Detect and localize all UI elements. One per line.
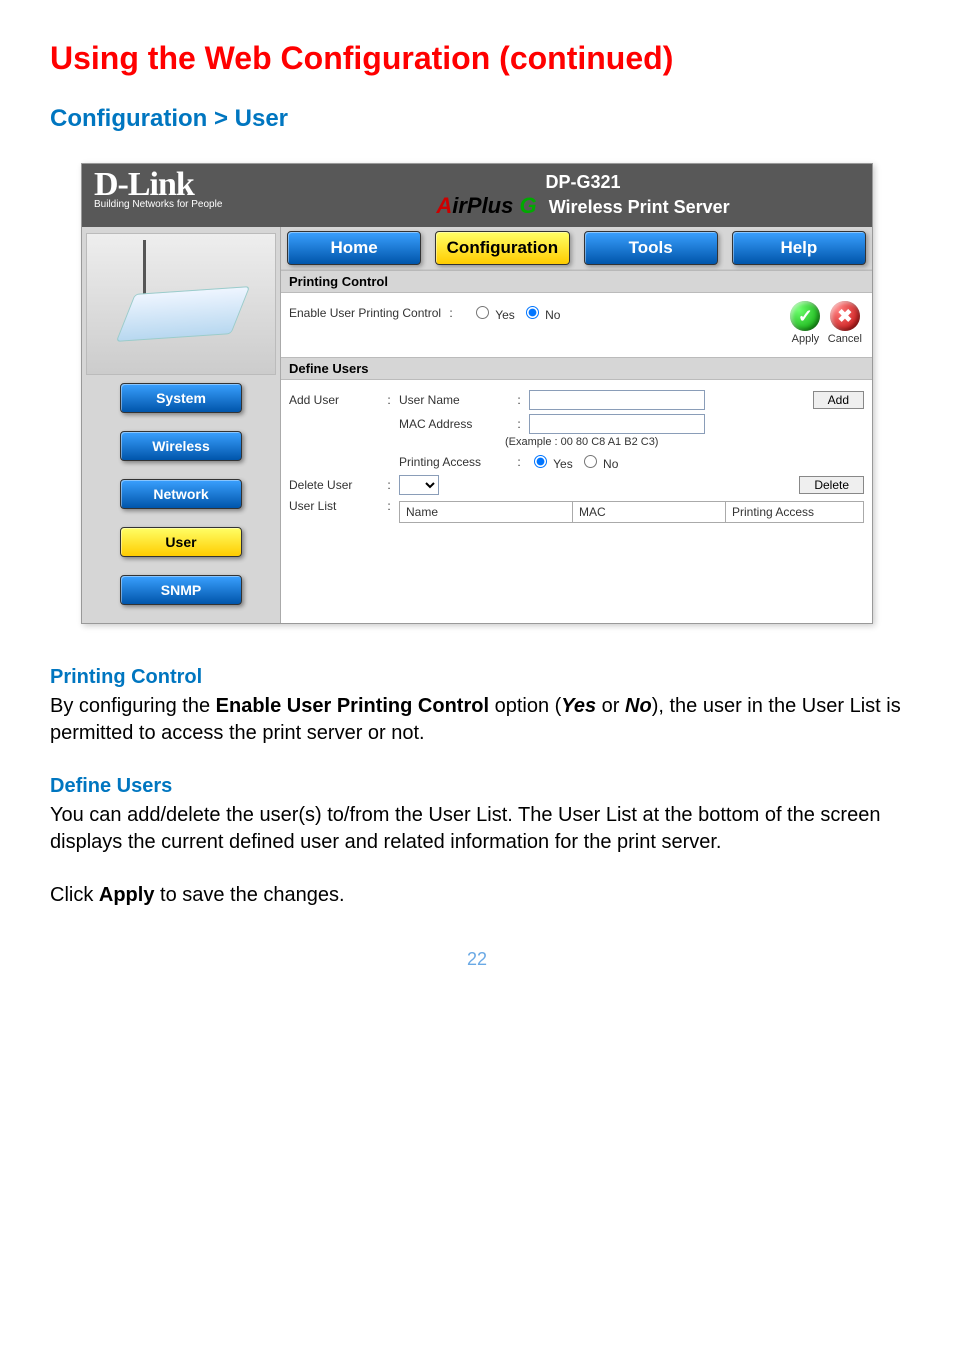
user-name-input[interactable] — [529, 390, 705, 410]
user-name-label: User Name — [399, 393, 509, 407]
doc-printing-control-heading: Printing Control — [50, 664, 904, 691]
user-list-table: Name MAC Printing Access — [399, 501, 864, 523]
col-name: Name — [400, 502, 573, 523]
printing-access-no[interactable]: No — [579, 452, 619, 471]
doc-apply-text: Click Apply to save the changes. — [50, 882, 904, 909]
mac-example-label: (Example : 00 80 C8 A1 B2 C3) — [505, 436, 864, 448]
delete-button[interactable]: Delete — [799, 476, 864, 494]
mac-address-label: MAC Address — [399, 417, 509, 431]
tab-tools[interactable]: Tools — [584, 231, 718, 265]
sidebar-item-system[interactable]: System — [120, 383, 242, 413]
enable-printing-control-label: Enable User Printing Control — [289, 306, 441, 320]
section-printing-control: Printing Control — [281, 270, 872, 293]
sidebar-item-network[interactable]: Network — [120, 479, 242, 509]
cancel-button[interactable]: ✖ Cancel — [828, 301, 862, 345]
printing-access-yes[interactable]: Yes — [529, 452, 573, 471]
printing-access-label: Printing Access — [399, 455, 509, 469]
x-icon: ✖ — [830, 301, 860, 331]
mac-address-input[interactable] — [529, 414, 705, 434]
page-title: Using the Web Configuration (continued) — [50, 40, 904, 77]
user-list-label: User List — [289, 499, 379, 513]
sidebar-item-wireless[interactable]: Wireless — [120, 431, 242, 461]
wireless-print-server-label: Wireless Print Server — [549, 197, 730, 217]
doc-define-users-text: You can add/delete the user(s) to/from t… — [50, 802, 904, 856]
doc-define-users-heading: Define Users — [50, 773, 904, 800]
dlink-logo: D-Link Building Networks for People — [82, 166, 294, 210]
tab-help[interactable]: Help — [732, 231, 866, 265]
col-access: Printing Access — [726, 502, 864, 523]
sidebar-item-snmp[interactable]: SNMP — [120, 575, 242, 605]
check-icon: ✓ — [790, 301, 820, 331]
delete-user-select[interactable] — [399, 475, 439, 495]
tab-home[interactable]: Home — [287, 231, 421, 265]
airplus-logo: AirPlus G — [436, 193, 542, 218]
col-mac: MAC — [573, 502, 726, 523]
apply-button[interactable]: ✓ Apply — [790, 301, 820, 345]
model-label: DP-G321 — [294, 172, 872, 193]
delete-user-label: Delete User — [289, 478, 379, 492]
device-image — [86, 233, 276, 375]
page-number: 22 — [50, 949, 904, 970]
section-define-users: Define Users — [281, 357, 872, 380]
sidebar-item-user[interactable]: User — [120, 527, 242, 557]
add-user-label: Add User — [289, 393, 379, 407]
enable-printing-yes[interactable]: Yes — [471, 303, 515, 322]
doc-printing-control-text: By configuring the Enable User Printing … — [50, 693, 904, 747]
enable-printing-no[interactable]: No — [521, 303, 561, 322]
breadcrumb: Configuration > User — [50, 105, 904, 133]
config-screenshot: D-Link Building Networks for People DP-G… — [81, 163, 873, 624]
tab-configuration[interactable]: Configuration — [435, 231, 569, 265]
add-button[interactable]: Add — [813, 391, 864, 409]
